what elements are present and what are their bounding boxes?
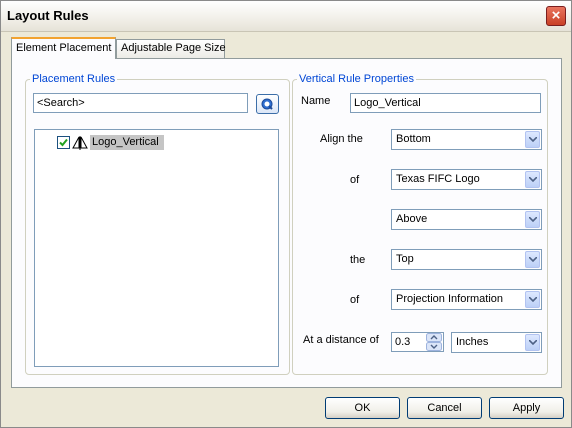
of-label: of xyxy=(350,294,360,306)
placement-rules-legend: Placement Rules xyxy=(32,73,116,85)
chevron-down-icon xyxy=(529,340,537,345)
tab-element-placement[interactable]: Element Placement xyxy=(11,37,116,59)
chevron-down-icon xyxy=(529,297,537,302)
close-button[interactable]: × xyxy=(546,6,566,26)
units-select[interactable]: Inches xyxy=(451,332,542,353)
list-item[interactable]: Logo_Vertical xyxy=(57,134,177,151)
units-value: Inches xyxy=(456,336,489,348)
align-label: Align the xyxy=(320,133,363,145)
target-element-select[interactable]: Texas FIFC Logo xyxy=(391,169,542,190)
chevron-down-icon xyxy=(529,177,537,182)
apply-button[interactable]: Apply xyxy=(489,397,564,419)
reference-edge-select[interactable]: Top xyxy=(391,249,542,270)
window-title: Layout Rules xyxy=(7,8,89,23)
search-button[interactable] xyxy=(256,94,279,114)
tab-panel: Placement Rules <Search> Logo_Vertical V… xyxy=(11,58,562,388)
dropdown-button[interactable] xyxy=(525,171,540,188)
chevron-down-icon xyxy=(529,257,537,262)
reference-edge-value: Top xyxy=(396,253,414,265)
search-input[interactable]: <Search> xyxy=(33,93,248,113)
placement-rules-list[interactable]: Logo_Vertical xyxy=(34,129,279,367)
of-label: of xyxy=(350,174,360,186)
spin-arrows-icon[interactable] xyxy=(426,333,442,351)
close-icon: × xyxy=(551,7,561,24)
dropdown-button[interactable] xyxy=(525,211,540,228)
chevron-down-icon xyxy=(529,217,537,222)
dropdown-button[interactable] xyxy=(525,131,540,148)
distance-label: At a distance of xyxy=(303,334,379,346)
name-field[interactable]: Logo_Vertical xyxy=(350,93,541,113)
align-edge-value: Bottom xyxy=(396,133,431,145)
vertical-rule-icon xyxy=(72,136,88,150)
list-item-label: Logo_Vertical xyxy=(90,135,164,150)
target-element-value: Texas FIFC Logo xyxy=(396,173,480,185)
chevron-down-icon xyxy=(529,137,537,142)
search-icon xyxy=(261,98,273,110)
checkbox-checked[interactable] xyxy=(57,136,70,149)
cancel-button[interactable]: Cancel xyxy=(407,397,482,419)
title-bar[interactable]: Layout Rules × xyxy=(1,1,571,32)
tab-adjustable-page-size[interactable]: Adjustable Page Size xyxy=(116,39,226,58)
reference-element-value: Projection Information xyxy=(396,293,503,305)
position-select[interactable]: Above xyxy=(391,209,542,230)
position-value: Above xyxy=(396,213,428,225)
distance-spinner[interactable] xyxy=(426,333,442,351)
ok-button[interactable]: OK xyxy=(325,397,400,419)
align-edge-select[interactable]: Bottom xyxy=(391,129,542,150)
name-label: Name xyxy=(301,95,331,107)
vertical-rule-properties-legend: Vertical Rule Properties xyxy=(299,73,414,85)
dropdown-button[interactable] xyxy=(525,334,540,351)
reference-element-select[interactable]: Projection Information xyxy=(391,289,542,310)
distance-value: 0.3 xyxy=(395,336,411,348)
the-label: the xyxy=(350,254,366,266)
dropdown-button[interactable] xyxy=(525,251,540,268)
dropdown-button[interactable] xyxy=(525,291,540,308)
layout-rules-dialog: Layout Rules × Element Placement Adjusta… xyxy=(0,0,572,428)
